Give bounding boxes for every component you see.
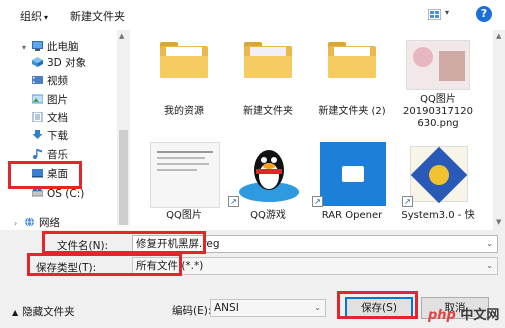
scrollbar-thumb[interactable] <box>119 130 128 225</box>
nav-item-3d-objects[interactable]: 3D 对象 <box>32 54 86 72</box>
nav-item-label: 视频 <box>47 75 68 87</box>
file-item-folder[interactable]: 新建文件夹 (2) <box>312 40 392 118</box>
nav-item-label: 下载 <box>47 130 68 142</box>
new-folder-button[interactable]: 新建文件夹 <box>70 8 125 24</box>
image-thumbnail <box>150 142 220 208</box>
nav-item-downloads[interactable]: 下载 <box>32 127 68 145</box>
toolbar: 组织 ▾ 新建文件夹 ▾ ? <box>0 0 505 30</box>
file-item-image[interactable]: QQ图片 20190317120 630.png <box>398 40 478 130</box>
navigation-pane: ▾ 此电脑 3D 对象 视频 图片 文档 下载 音乐 桌面 OS (C:) › 网络 <box>0 30 130 230</box>
chevron-down-icon: ▾ <box>445 8 450 17</box>
music-icon <box>33 149 42 159</box>
desktop-highlight-box <box>8 161 82 189</box>
hide-folders-label: 隐藏文件夹 <box>22 306 75 318</box>
shortcut-arrow-icon: ↗ <box>402 196 413 207</box>
change-view-button[interactable]: ▾ <box>428 8 452 22</box>
chevron-down-icon[interactable]: ⌄ <box>314 300 321 316</box>
nav-item-label: 文档 <box>47 112 68 124</box>
file-item-folder[interactable]: 我的资源 <box>144 40 224 118</box>
chevron-down-icon[interactable]: ▾ <box>22 39 30 57</box>
image-thumbnail <box>406 40 470 90</box>
chevron-down-icon: ▾ <box>44 13 49 22</box>
nav-item-pictures[interactable]: 图片 <box>32 91 68 109</box>
organize-label: 组织 <box>20 10 42 23</box>
file-list: 我的资源 新建文件夹 新建文件夹 (2) QQ图片 20190317120 63… <box>130 30 493 230</box>
cube-icon <box>32 57 43 67</box>
scroll-up-icon[interactable]: ▲ <box>119 32 124 40</box>
drive-icon <box>32 188 43 197</box>
nav-item-label: 图片 <box>47 94 68 106</box>
help-button[interactable]: ? <box>476 6 492 22</box>
nav-item-videos[interactable]: 视频 <box>32 72 68 90</box>
save-highlight-box <box>337 291 418 319</box>
filetype-select[interactable]: 所有文件 (*.*) ⌄ <box>132 257 498 275</box>
file-item-label: 我的资源 <box>164 106 204 117</box>
encoding-label: 编码(E): <box>172 305 212 317</box>
chevron-up-icon: ▲ <box>12 308 19 317</box>
nav-item-documents[interactable]: 文档 <box>32 109 68 127</box>
chevron-down-icon[interactable]: ⌄ <box>486 236 493 252</box>
video-icon <box>32 76 43 84</box>
file-item-folder[interactable]: 新建文件夹 <box>228 40 308 118</box>
file-item-label: QQ游戏 <box>250 210 286 221</box>
file-item-label: System3.0 - 快 <box>401 210 475 221</box>
nav-item-label: 此电脑 <box>47 41 79 53</box>
shortcut-arrow-icon: ↗ <box>312 196 323 207</box>
encoding-select[interactable]: ANSI ⌄ <box>210 299 326 317</box>
network-icon <box>25 217 34 227</box>
scroll-up-icon[interactable]: ▲ <box>496 32 501 40</box>
file-item-label: 新建文件夹 <box>243 106 293 117</box>
chevron-down-icon[interactable]: ⌄ <box>486 258 493 274</box>
navigation-scrollbar[interactable]: ▲ <box>117 30 130 225</box>
picture-icon <box>32 94 43 104</box>
view-grid-icon <box>428 9 441 20</box>
file-item-label: QQ图片 <box>166 210 202 221</box>
nav-item-label: 网络 <box>39 217 60 229</box>
hide-folders-toggle[interactable]: ▲ 隐藏文件夹 <box>12 304 75 319</box>
penguin-icon <box>239 150 299 202</box>
file-item-shortcut[interactable]: QQ游戏 ↗ <box>228 142 308 222</box>
encoding-value: ANSI <box>214 302 239 314</box>
filetype-highlight-box <box>27 253 182 276</box>
folder-icon <box>328 42 376 78</box>
rar-app-icon <box>320 142 386 206</box>
file-list-scrollbar[interactable]: ▲ ▼ <box>493 30 505 230</box>
file-item-shortcut[interactable]: System3.0 - 快 ↗ <box>398 142 478 222</box>
organize-button[interactable]: 组织 ▾ <box>20 8 48 24</box>
document-icon <box>32 112 43 122</box>
file-item-label: 新建文件夹 (2) <box>318 106 386 117</box>
watermark-logo: php 中文网 <box>428 308 500 323</box>
nav-item-label: 音乐 <box>47 149 68 161</box>
file-item-label: RAR Opener <box>321 210 383 221</box>
download-icon <box>32 130 43 139</box>
computer-icon <box>32 41 43 51</box>
scroll-down-icon[interactable]: ▼ <box>496 218 501 226</box>
file-item-shortcut[interactable]: QQ图片 <box>144 142 224 222</box>
nav-item-label: 3D 对象 <box>47 57 87 69</box>
folder-icon <box>244 42 292 78</box>
file-item-label: QQ图片 20190317120 630.png <box>403 94 473 129</box>
system-app-icon <box>410 146 468 204</box>
file-item-shortcut[interactable]: RAR Opener ↗ <box>312 142 392 222</box>
shortcut-arrow-icon: ↗ <box>228 196 239 207</box>
filename-highlight-box <box>42 231 206 254</box>
folder-icon <box>160 42 208 78</box>
nav-item-label: OS (C:) <box>47 188 85 200</box>
